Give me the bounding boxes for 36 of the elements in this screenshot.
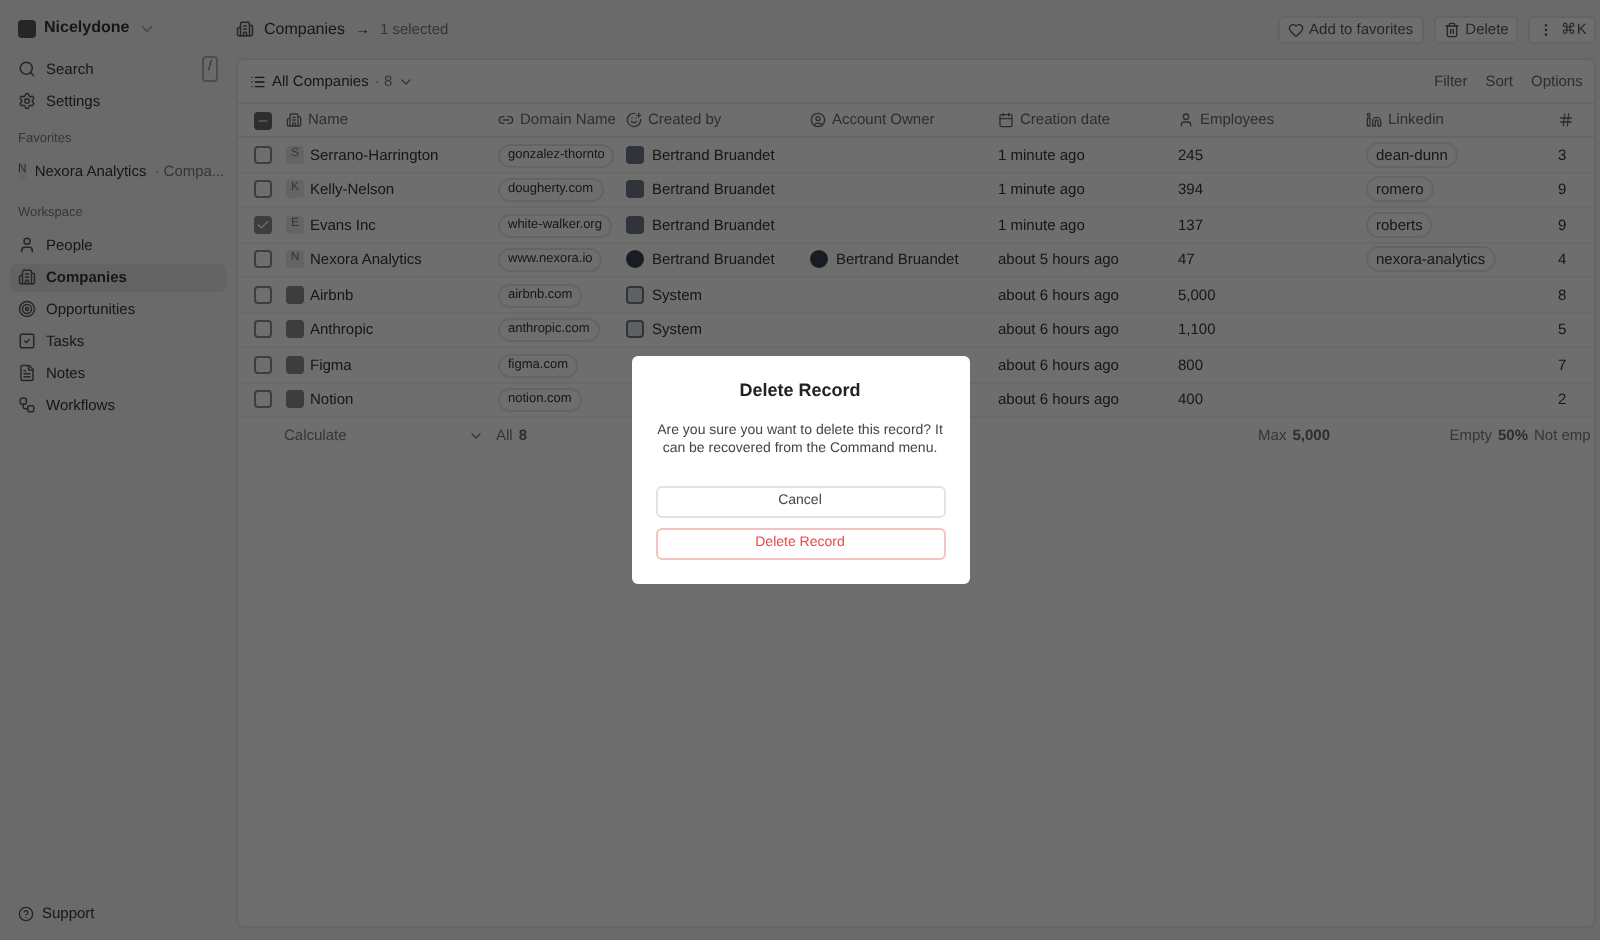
row-checkbox[interactable] [254,390,272,409]
person-icon [1178,112,1194,128]
page-title: Companies [264,17,345,41]
row-checkbox[interactable] [254,355,272,374]
checkbox-icon [18,332,36,350]
link-icon [498,112,514,128]
calendar-icon [998,112,1014,128]
select-all-checkbox[interactable] [254,111,272,129]
smiley-icon [626,112,642,128]
person-icon [18,236,36,254]
building-icon [286,112,302,128]
search-icon [18,60,36,78]
building-icon [18,268,36,286]
row-checkbox[interactable] [254,180,272,199]
row-checkbox[interactable] [254,320,272,339]
target-icon [18,300,36,318]
dialog-title: Delete Record [739,378,861,405]
workflow-icon [18,396,36,414]
row-checkbox[interactable] [254,250,272,269]
help-icon [18,906,34,922]
check-icon [256,217,270,232]
trash-icon [1443,21,1460,37]
workspace-logo-icon [18,19,36,37]
row-checkbox[interactable] [254,285,272,304]
row-checkbox[interactable] [254,215,272,234]
hash-icon [1558,112,1574,128]
list-icon [250,73,266,89]
linkedin-icon [1366,112,1382,128]
user-circle-icon [810,112,826,128]
building-icon [236,20,254,38]
row-checkbox[interactable] [254,145,272,164]
heart-icon [1287,21,1304,37]
workspace-name[interactable]: Nicelydone [44,16,130,40]
note-icon [18,364,36,382]
settings-icon [18,92,36,110]
avatar-icon [810,250,828,269]
